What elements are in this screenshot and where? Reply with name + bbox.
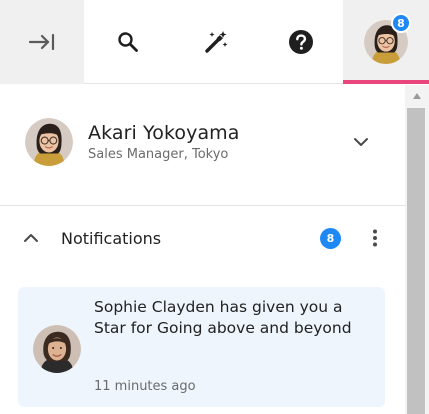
profile-dropdown-panel: Akari Yokoyama Sales Manager, Tokyo Noti… bbox=[0, 85, 405, 414]
chevron-down-icon[interactable] bbox=[350, 131, 372, 153]
top-toolbar: 8 bbox=[0, 0, 429, 84]
help-button[interactable] bbox=[259, 0, 343, 84]
notifications-panel-page: 8 Akari Yokoyama Sales Manager, Tokyo No… bbox=[0, 0, 429, 414]
notification-item[interactable]: Sophie Clayden has given you a Star for … bbox=[18, 287, 385, 407]
collapse-panel-button[interactable] bbox=[0, 0, 84, 84]
search-button[interactable] bbox=[84, 0, 172, 84]
notifications-count-badge: 8 bbox=[320, 228, 341, 249]
user-avatar bbox=[25, 118, 73, 166]
magic-wand-icon bbox=[204, 31, 227, 53]
notification-time: 11 minutes ago bbox=[94, 379, 196, 394]
notifications-title: Notifications bbox=[61, 228, 162, 248]
profile-button[interactable]: 8 bbox=[343, 0, 429, 84]
notifications-header: Notifications 8 bbox=[20, 223, 390, 253]
scroll-up-arrow[interactable] bbox=[405, 85, 429, 107]
user-info: Akari Yokoyama Sales Manager, Tokyo bbox=[88, 121, 240, 164]
section-divider bbox=[0, 205, 405, 206]
sender-avatar bbox=[33, 325, 81, 373]
more-vertical-icon[interactable] bbox=[364, 227, 386, 249]
user-name: Akari Yokoyama bbox=[88, 121, 240, 144]
help-circle-icon bbox=[289, 30, 313, 54]
search-icon bbox=[118, 32, 138, 52]
arrow-right-to-bar-icon bbox=[28, 33, 55, 51]
scrollbar-thumb[interactable] bbox=[407, 108, 425, 414]
notification-count-badge: 8 bbox=[391, 13, 411, 33]
chevron-up-icon[interactable] bbox=[20, 227, 42, 249]
notification-message: Sophie Clayden has given you a Star for … bbox=[94, 298, 352, 337]
magic-wand-button[interactable] bbox=[172, 0, 259, 84]
triangle-up-icon bbox=[413, 93, 421, 99]
panel-scrollbar[interactable] bbox=[405, 85, 429, 414]
user-summary[interactable]: Akari Yokoyama Sales Manager, Tokyo bbox=[25, 117, 380, 167]
user-role: Sales Manager, Tokyo bbox=[88, 146, 229, 162]
